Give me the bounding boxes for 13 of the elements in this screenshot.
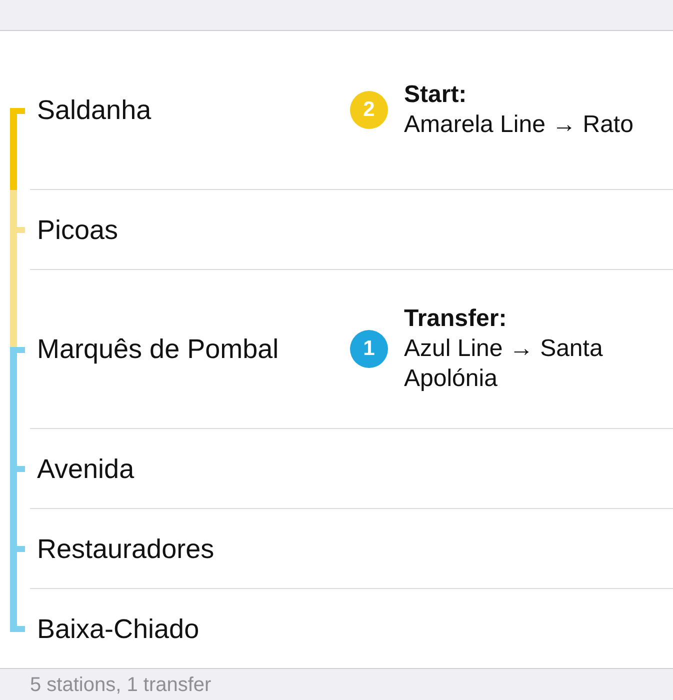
station-name: Avenida bbox=[37, 452, 134, 484]
step-badge: 2 bbox=[350, 91, 388, 129]
step-description: Amarela Line → Rato bbox=[404, 110, 634, 140]
station-name: Baixa-Chiado bbox=[37, 612, 200, 644]
station-name: Saldanha bbox=[37, 94, 152, 126]
step-title: Transfer: bbox=[404, 304, 507, 334]
station-name: Marquês de Pombal bbox=[37, 333, 279, 365]
step-badge: 1 bbox=[350, 330, 388, 368]
step-title: Start: bbox=[404, 80, 467, 110]
station-name: Restauradores bbox=[37, 532, 214, 564]
station-name: Picoas bbox=[37, 214, 118, 246]
route-summary: 5 stations, 1 transfer bbox=[30, 674, 212, 696]
step-description: Azul Line → Santa Apolónia bbox=[404, 334, 604, 394]
